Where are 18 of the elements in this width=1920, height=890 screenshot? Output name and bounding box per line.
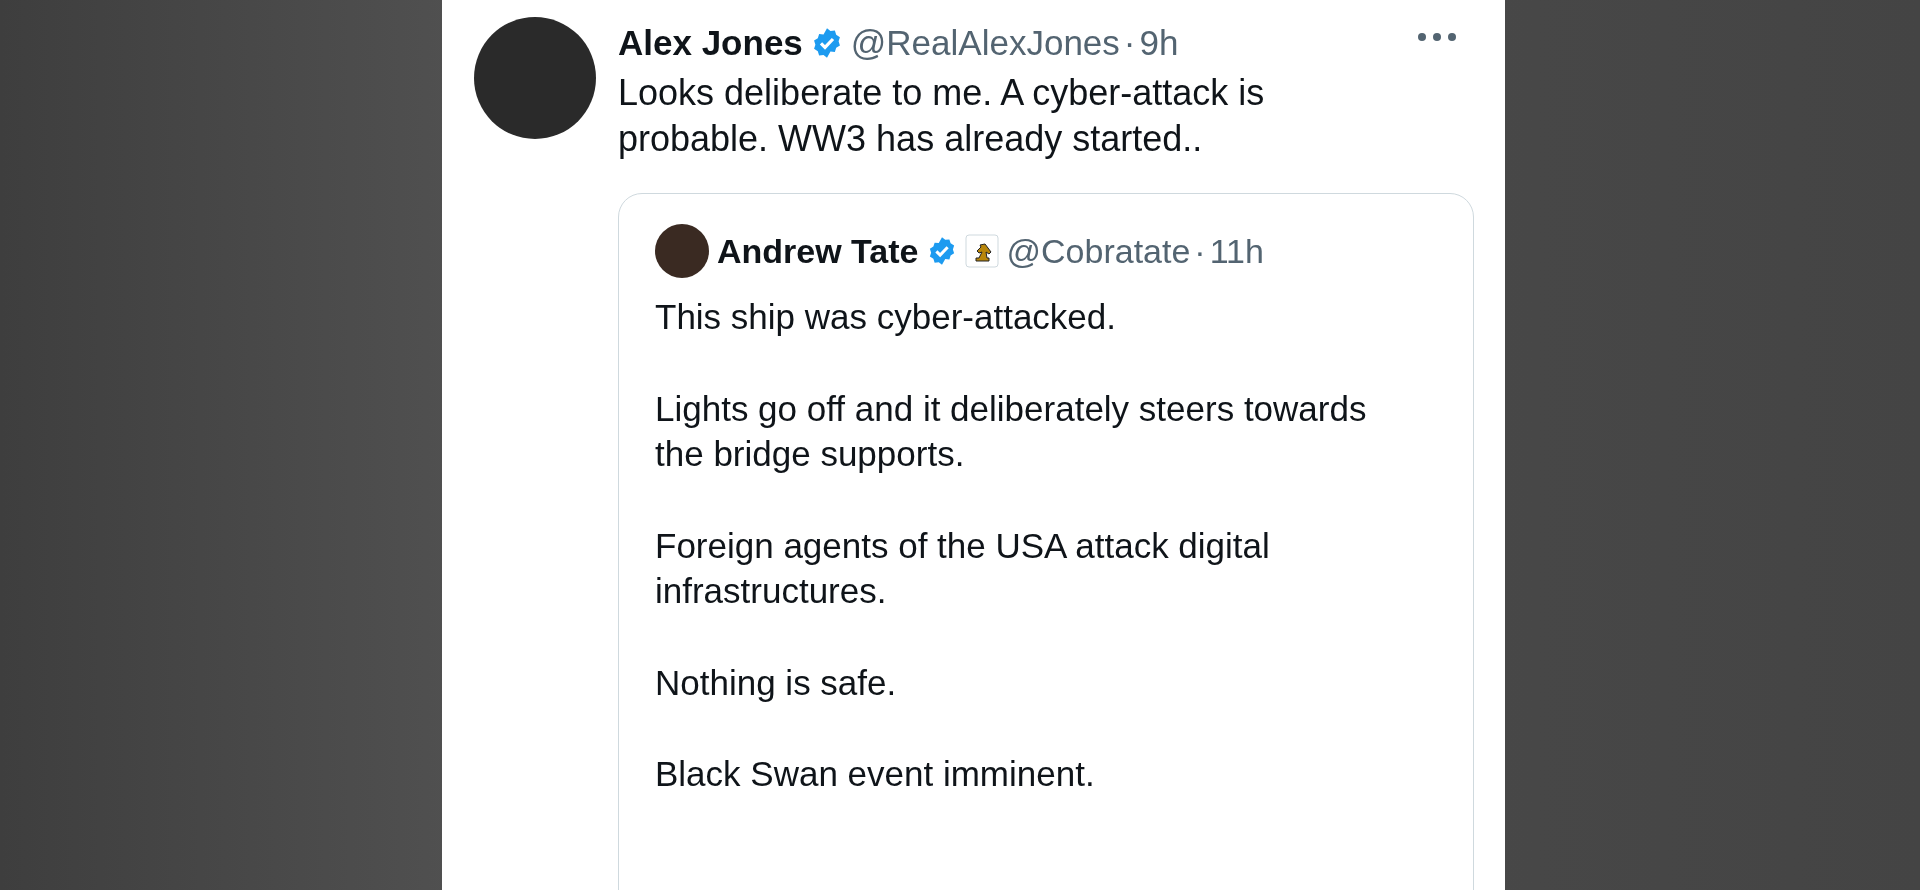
- quote-paragraph: Lights go off and it deliberately steers towards the bridge supports.: [655, 387, 1368, 476]
- separator-dot: ·: [1123, 22, 1136, 64]
- author-handle[interactable]: @RealAlexJones: [850, 17, 1120, 70]
- avatar[interactable]: [655, 224, 709, 279]
- quote-paragraph: This ship was cyber-attacked.: [655, 296, 1117, 339]
- separator-dot: ·: [1194, 230, 1206, 272]
- more-icon[interactable]: [1417, 32, 1457, 42]
- author-handle[interactable]: @Cobratate: [1006, 225, 1191, 277]
- author-name[interactable]: Alex Jones: [618, 17, 803, 70]
- quoted-tweet[interactable]: [618, 193, 1474, 890]
- knight-badge-icon: [964, 234, 999, 269]
- timestamp[interactable]: 11h: [1209, 225, 1264, 277]
- quote-paragraph: Nothing is safe.: [655, 661, 898, 704]
- quote-paragraph: Black Swan event imminent.: [655, 753, 1096, 796]
- tweet-text: Looks deliberate to me. A cyber-attack is probable. WW3 has already started..: [618, 70, 1266, 162]
- timestamp[interactable]: 9h: [1139, 17, 1179, 70]
- quote-paragraph: Foreign agents of the USA attack digital infrastructures.: [655, 524, 1271, 613]
- author-name[interactable]: Andrew Tate: [717, 225, 919, 277]
